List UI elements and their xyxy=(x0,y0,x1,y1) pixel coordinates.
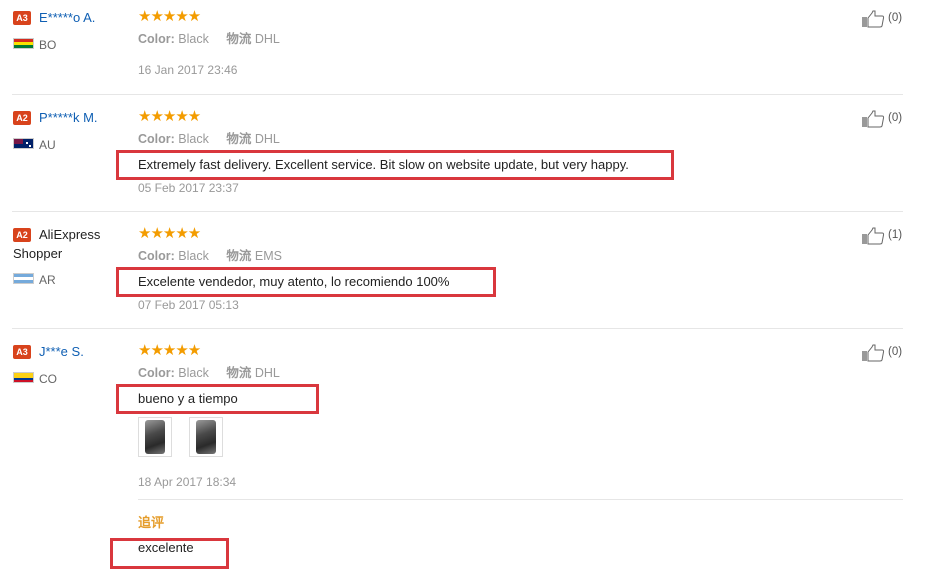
review-divider xyxy=(12,211,903,212)
helpful-count: (0) xyxy=(888,12,903,24)
country-flag-icon xyxy=(13,273,34,284)
append-divider xyxy=(138,499,903,500)
order-info: Color: Black 物流 DHL xyxy=(138,366,280,381)
shipping-value: EMS xyxy=(254,249,282,263)
color-value: Black xyxy=(178,132,209,146)
country-flag-icon xyxy=(13,372,34,383)
color-value: Black xyxy=(178,366,209,380)
helpful-button[interactable]: (0) xyxy=(861,110,907,128)
user-level-badge: A2 xyxy=(13,111,31,125)
helpful-count: (0) xyxy=(888,346,903,358)
shipping-label: 物流 xyxy=(226,249,252,263)
review-photo[interactable] xyxy=(138,417,172,457)
review-date: 16 Jan 2017 23:46 xyxy=(138,63,238,77)
reviewer-name[interactable]: P*****k M. xyxy=(39,110,98,126)
reviewer-country: BO xyxy=(39,38,57,52)
thumbs-up-icon xyxy=(862,344,885,362)
rating-stars: ★★★★★ xyxy=(138,8,201,25)
reviewer-name[interactable]: E*****o A. xyxy=(39,10,95,26)
country-flag-icon xyxy=(13,138,34,149)
helpful-count: (0) xyxy=(888,112,903,124)
shipping-value: DHL xyxy=(254,32,280,46)
shipping-label: 物流 xyxy=(226,32,252,46)
color-label: Color: xyxy=(138,132,175,146)
helpful-button[interactable]: (0) xyxy=(861,344,907,362)
shipping-label: 物流 xyxy=(226,366,252,380)
review-date: 05 Feb 2017 23:37 xyxy=(138,181,239,195)
order-info: Color: Black 物流 DHL xyxy=(138,32,280,47)
rating-stars: ★★★★★ xyxy=(138,342,201,359)
review-text: Extremely fast delivery. Excellent servi… xyxy=(138,157,629,172)
color-label: Color: xyxy=(138,366,175,380)
review-date: 18 Apr 2017 18:34 xyxy=(138,475,237,489)
color-label: Color: xyxy=(138,32,175,46)
user-level-badge: A2 xyxy=(13,228,31,242)
reviewer-name-line2: Shopper xyxy=(13,246,63,261)
thumbs-up-icon xyxy=(862,110,885,128)
helpful-button[interactable]: (1) xyxy=(861,227,907,245)
country-flag-icon xyxy=(13,38,34,49)
thumbs-up-icon xyxy=(862,10,885,28)
reviewer-country: AU xyxy=(39,138,56,152)
user-level-badge: A3 xyxy=(13,11,31,25)
reviewer-name: AliExpress xyxy=(39,227,101,242)
rating-stars: ★★★★★ xyxy=(138,108,201,125)
review-divider xyxy=(12,94,903,95)
color-value: Black xyxy=(178,249,209,263)
shipping-value: DHL xyxy=(254,132,280,146)
review-text: bueno y a tiempo xyxy=(138,391,238,406)
review-date: 07 Feb 2017 05:13 xyxy=(138,298,239,312)
follow-up-label: 追评 xyxy=(138,515,165,530)
order-info: Color: Black 物流 EMS xyxy=(138,249,282,264)
shipping-label: 物流 xyxy=(226,132,252,146)
review-photo[interactable] xyxy=(189,417,223,457)
order-info: Color: Black 物流 DHL xyxy=(138,132,280,147)
rating-stars: ★★★★★ xyxy=(138,225,201,242)
helpful-button[interactable]: (0) xyxy=(861,10,907,28)
reviewer-name[interactable]: J***e S. xyxy=(39,344,84,360)
color-label: Color: xyxy=(138,249,175,263)
user-level-badge: A3 xyxy=(13,345,31,359)
reviewer-country: AR xyxy=(39,273,56,287)
color-value: Black xyxy=(178,32,209,46)
thumbs-up-icon xyxy=(862,227,885,245)
reviewer-country: CO xyxy=(39,372,57,386)
review-divider xyxy=(12,328,903,329)
shipping-value: DHL xyxy=(254,366,280,380)
helpful-count: (1) xyxy=(888,229,903,241)
follow-up-text: excelente xyxy=(138,540,194,555)
review-text: Excelente vendedor, muy atento, lo recom… xyxy=(138,274,450,289)
